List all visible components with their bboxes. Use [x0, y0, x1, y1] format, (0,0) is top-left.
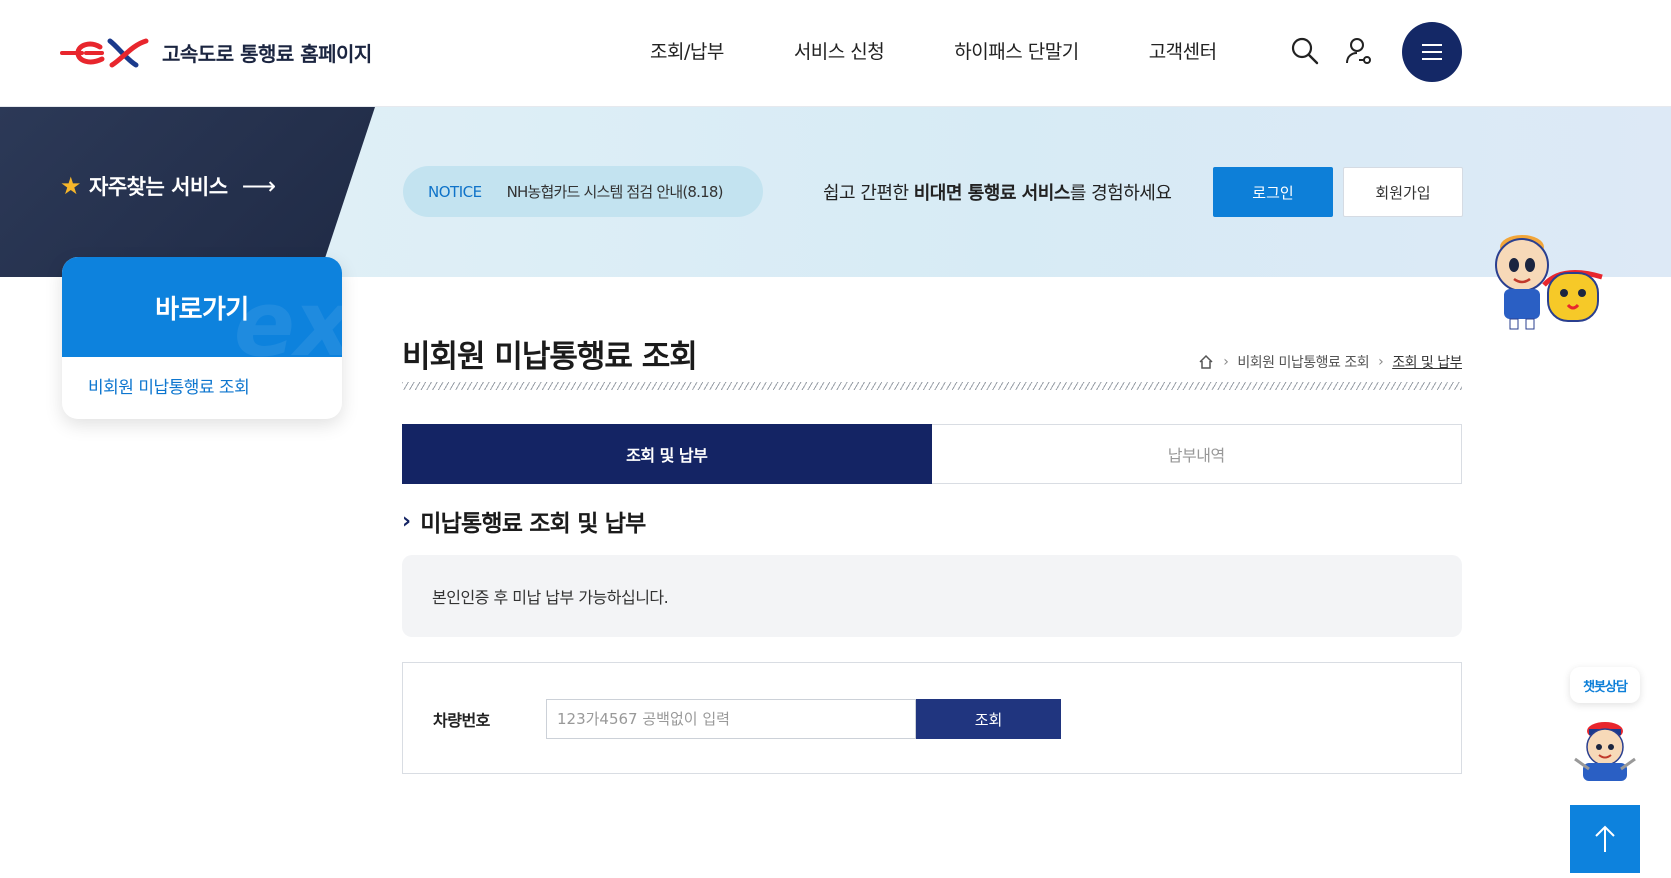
breadcrumb-item[interactable]: 비회원 미납통행료 조회 — [1237, 352, 1369, 372]
mascot-illustration — [1495, 235, 1603, 330]
promo-highlight: 비대면 통행료 서비스 — [913, 183, 1071, 204]
chevron-right-icon: › — [402, 508, 411, 534]
info-box: 본인인증 후 미납 납부 가능하십니다. — [402, 555, 1462, 637]
breadcrumb: › 비회원 미납통행료 조회 › 조회 및 납부 — [1198, 352, 1462, 372]
nav-item-inquiry-payment[interactable]: 조회/납부 — [650, 37, 724, 64]
nav-item-hipass-device[interactable]: 하이패스 단말기 — [954, 37, 1079, 64]
chatbot-bubble[interactable]: 챗봇상담 — [1570, 667, 1640, 703]
chevron-right-icon: › — [1378, 354, 1384, 370]
title-divider — [402, 382, 1462, 390]
vehicle-number-label: 차량번호 — [433, 711, 490, 730]
star-icon: ★ — [60, 172, 82, 200]
notice-bar[interactable]: NOTICE NH농협카드 시스템 점검 안내(8.18) — [403, 166, 763, 217]
section-title-text: 미납통행료 조회 및 납부 — [420, 511, 646, 537]
service-banner: ★ 자주찾는 서비스 ⟶ NOTICE NH농협카드 시스템 점검 안내(8.1… — [0, 107, 1671, 277]
ex-watermark-icon: ex — [233, 272, 342, 357]
nav-item-service-apply[interactable]: 서비스 신청 — [794, 37, 885, 64]
arrow-up-icon — [1595, 825, 1615, 852]
promo-text: 쉽고 간편한 비대면 통행료 서비스를 경험하세요 — [823, 179, 1172, 205]
vehicle-search-form: 차량번호 조회 — [402, 662, 1462, 774]
quick-link-unpaid-toll[interactable]: 비회원 미납통행료 조회 — [62, 357, 342, 414]
tab-payment-history[interactable]: 납부내역 — [931, 424, 1462, 484]
search-submit-button[interactable]: 조회 — [916, 699, 1061, 739]
info-text: 본인인증 후 미납 납부 가능하십니다. — [432, 588, 669, 607]
notice-text[interactable]: NH농협카드 시스템 점검 안내(8.18) — [507, 181, 724, 202]
home-icon[interactable] — [1198, 354, 1214, 370]
quick-links-panel: ex 바로가기 비회원 미납통행료 조회 — [62, 257, 342, 419]
promo-suffix: 를 경험하세요 — [1069, 183, 1172, 204]
ex-logo-icon — [60, 38, 149, 68]
signup-button[interactable]: 회원가입 — [1343, 167, 1463, 217]
promo-prefix: 쉽고 간편한 — [823, 183, 914, 204]
favorites-link[interactable]: ★ 자주찾는 서비스 ⟶ — [60, 171, 276, 201]
chevron-right-icon: › — [1223, 354, 1229, 370]
login-user-button[interactable] — [1342, 34, 1376, 68]
vehicle-number-input[interactable] — [546, 699, 916, 739]
user-key-icon — [1346, 38, 1371, 64]
chatbot-mascot-icon[interactable] — [1569, 715, 1641, 783]
section-title: › 미납통행료 조회 및 납부 — [402, 504, 646, 538]
site-header: 고속도로 통행료 홈페이지 조회/납부 서비스 신청 하이패스 단말기 고객센터 — [0, 0, 1671, 107]
quick-links-title: 바로가기 — [155, 294, 249, 325]
hamburger-icon — [1422, 44, 1442, 60]
quick-links-header: ex 바로가기 — [62, 257, 342, 357]
nav-item-customer-center[interactable]: 고객센터 — [1149, 37, 1217, 64]
breadcrumb-current[interactable]: 조회 및 납부 — [1392, 352, 1462, 372]
all-menu-button[interactable] — [1402, 22, 1462, 82]
page-title: 비회원 미납통행료 조회 — [402, 339, 698, 375]
tab-inquiry-payment[interactable]: 조회 및 납부 — [402, 424, 932, 484]
notice-tag: NOTICE — [428, 182, 482, 201]
arrow-right-icon: ⟶ — [241, 172, 276, 200]
site-logo[interactable]: 고속도로 통행료 홈페이지 — [60, 33, 372, 71]
main-nav: 조회/납부 서비스 신청 하이패스 단말기 고객센터 — [650, 37, 1287, 64]
tab-bar: 조회 및 납부 납부내역 — [402, 424, 1462, 484]
logo-text: 고속도로 통행료 홈페이지 — [162, 41, 372, 66]
scroll-top-button[interactable] — [1570, 805, 1640, 873]
login-button[interactable]: 로그인 — [1213, 167, 1333, 217]
search-icon — [1291, 37, 1319, 65]
favorites-label: 자주찾는 서비스 — [89, 175, 228, 199]
search-button[interactable] — [1288, 34, 1322, 68]
